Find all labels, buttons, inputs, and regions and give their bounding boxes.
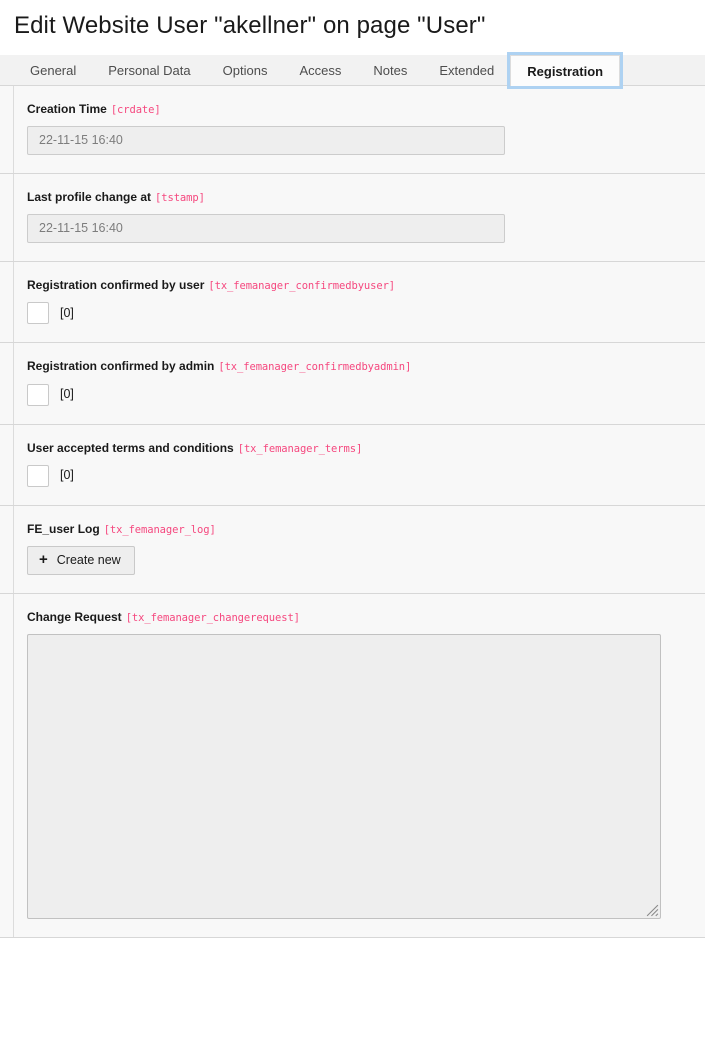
checkbox-row-accepted-terms: [0] <box>27 465 705 487</box>
field-label-last-profile-change: Last profile change at [tstamp] <box>27 190 705 205</box>
palette-change-request: Change Request [tx_femanager_changereques… <box>0 594 705 937</box>
label-text: Last profile change at <box>27 190 151 204</box>
tab-label: Access <box>299 64 341 77</box>
field-label-confirmed-by-admin: Registration confirmed by admin [tx_feman… <box>27 359 705 374</box>
label-text: Creation Time <box>27 102 107 116</box>
tab-label: Personal Data <box>108 64 190 77</box>
field-key: [tstamp] <box>155 192 205 204</box>
palette-last-profile-change: Last profile change at [tstamp] 22-11-15 … <box>0 174 705 262</box>
label-text: Change Request <box>27 610 122 624</box>
field-label-accepted-terms: User accepted terms and conditions [tx_fe… <box>27 441 705 456</box>
field-key: [crdate] <box>111 104 161 116</box>
tab-bar: General Personal Data Options Access Not… <box>0 55 705 86</box>
label-text: Registration confirmed by user <box>27 278 204 292</box>
tab-label: Extended <box>439 64 494 77</box>
create-new-button[interactable]: + Create new <box>27 546 135 575</box>
field-key: [tx_femanager_confirmedbyuser] <box>208 280 395 292</box>
label-text: Registration confirmed by admin <box>27 359 214 373</box>
resize-handle-icon[interactable] <box>646 904 659 917</box>
tab-options[interactable]: Options <box>207 55 284 85</box>
plus-icon: + <box>39 552 48 567</box>
label-text: User accepted terms and conditions <box>27 441 234 455</box>
field-key: [tx_femanager_confirmedbyadmin] <box>218 361 411 373</box>
tab-notes[interactable]: Notes <box>357 55 423 85</box>
confirmed-by-user-value: [0] <box>60 307 74 320</box>
accepted-terms-checkbox[interactable] <box>27 465 49 487</box>
confirmed-by-admin-value: [0] <box>60 388 74 401</box>
tab-access[interactable]: Access <box>283 55 357 85</box>
change-request-textarea[interactable] <box>27 634 661 919</box>
confirmed-by-user-checkbox[interactable] <box>27 302 49 324</box>
creation-time-input: 22-11-15 16:40 <box>27 126 505 155</box>
tab-label: Notes <box>373 64 407 77</box>
tab-general[interactable]: General <box>14 55 92 85</box>
page-title: Edit Website User "akellner" on page "Us… <box>0 0 705 38</box>
confirmed-by-admin-checkbox[interactable] <box>27 384 49 406</box>
palette-creation-time: Creation Time [crdate] 22-11-15 16:40 <box>0 86 705 174</box>
field-label-confirmed-by-user: Registration confirmed by user [tx_femana… <box>27 278 705 293</box>
field-key: [tx_femanager_log] <box>104 524 216 536</box>
tab-label: General <box>30 64 76 77</box>
checkbox-row-confirmed-by-user: [0] <box>27 302 705 324</box>
field-label-change-request: Change Request [tx_femanager_changereques… <box>27 610 705 625</box>
palette-confirmed-by-user: Registration confirmed by user [tx_femana… <box>0 262 705 343</box>
registration-form: Creation Time [crdate] 22-11-15 16:40 Las… <box>0 86 705 938</box>
tab-label: Registration <box>527 65 603 78</box>
tab-label: Options <box>223 64 268 77</box>
palette-fe-user-log: FE_user Log [tx_femanager_log] + Create n… <box>0 506 705 594</box>
tab-personal-data[interactable]: Personal Data <box>92 55 206 85</box>
tab-registration[interactable]: Registration <box>510 55 620 86</box>
tab-extended[interactable]: Extended <box>423 55 510 85</box>
label-text: FE_user Log <box>27 522 100 536</box>
last-profile-change-input: 22-11-15 16:40 <box>27 214 505 243</box>
create-new-label: Create new <box>57 554 121 567</box>
field-key: [tx_femanager_changerequest] <box>126 612 300 624</box>
checkbox-row-confirmed-by-admin: [0] <box>27 384 705 406</box>
palette-accepted-terms: User accepted terms and conditions [tx_fe… <box>0 425 705 506</box>
field-key: [tx_femanager_terms] <box>238 443 362 455</box>
palette-confirmed-by-admin: Registration confirmed by admin [tx_feman… <box>0 343 705 424</box>
field-label-fe-user-log: FE_user Log [tx_femanager_log] <box>27 522 705 537</box>
field-label-creation-time: Creation Time [crdate] <box>27 102 705 117</box>
accepted-terms-value: [0] <box>60 469 74 482</box>
